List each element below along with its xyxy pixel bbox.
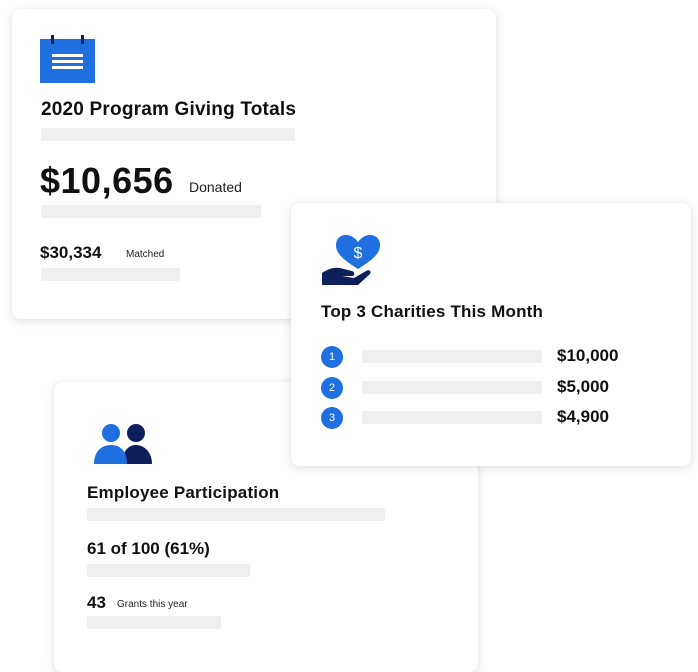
placeholder-bar	[87, 564, 250, 577]
participation-stat: 61 of 100 (61%)	[87, 539, 210, 558]
participation-card-title: Employee Participation	[87, 483, 280, 502]
placeholder-bar	[87, 508, 385, 521]
people-icon	[94, 424, 152, 464]
grants-count: 43	[87, 593, 106, 612]
svg-text:$: $	[354, 245, 363, 262]
placeholder-bar	[362, 411, 542, 424]
placeholder-bar	[87, 616, 221, 629]
rank-badge: 2	[321, 377, 343, 399]
heart-hand-dollar-icon: $	[322, 235, 380, 285]
matched-amount: $30,334	[40, 243, 102, 262]
placeholder-bar	[41, 205, 261, 218]
charity-amount: $10,000	[557, 346, 619, 365]
rank-badge: 1	[321, 346, 343, 368]
placeholder-bar	[41, 128, 295, 141]
charities-card-title: Top 3 Charities This Month	[321, 302, 544, 321]
charity-amount: $5,000	[557, 377, 609, 396]
giving-card-title: 2020 Program Giving Totals	[41, 99, 297, 120]
placeholder-bar	[362, 381, 542, 394]
calendar-icon	[40, 35, 95, 83]
placeholder-bar	[41, 268, 180, 281]
rank-badge: 3	[321, 407, 343, 429]
top-charities-card: $ Top 3 Charities This Month 1 $10,000 2…	[291, 203, 691, 466]
donated-label: Donated	[189, 179, 242, 195]
grants-label: Grants this year	[117, 599, 188, 610]
placeholder-bar	[362, 350, 542, 363]
matched-label: Matched	[126, 249, 165, 260]
charity-amount: $4,900	[557, 407, 609, 426]
donated-amount: $10,656	[40, 160, 174, 201]
